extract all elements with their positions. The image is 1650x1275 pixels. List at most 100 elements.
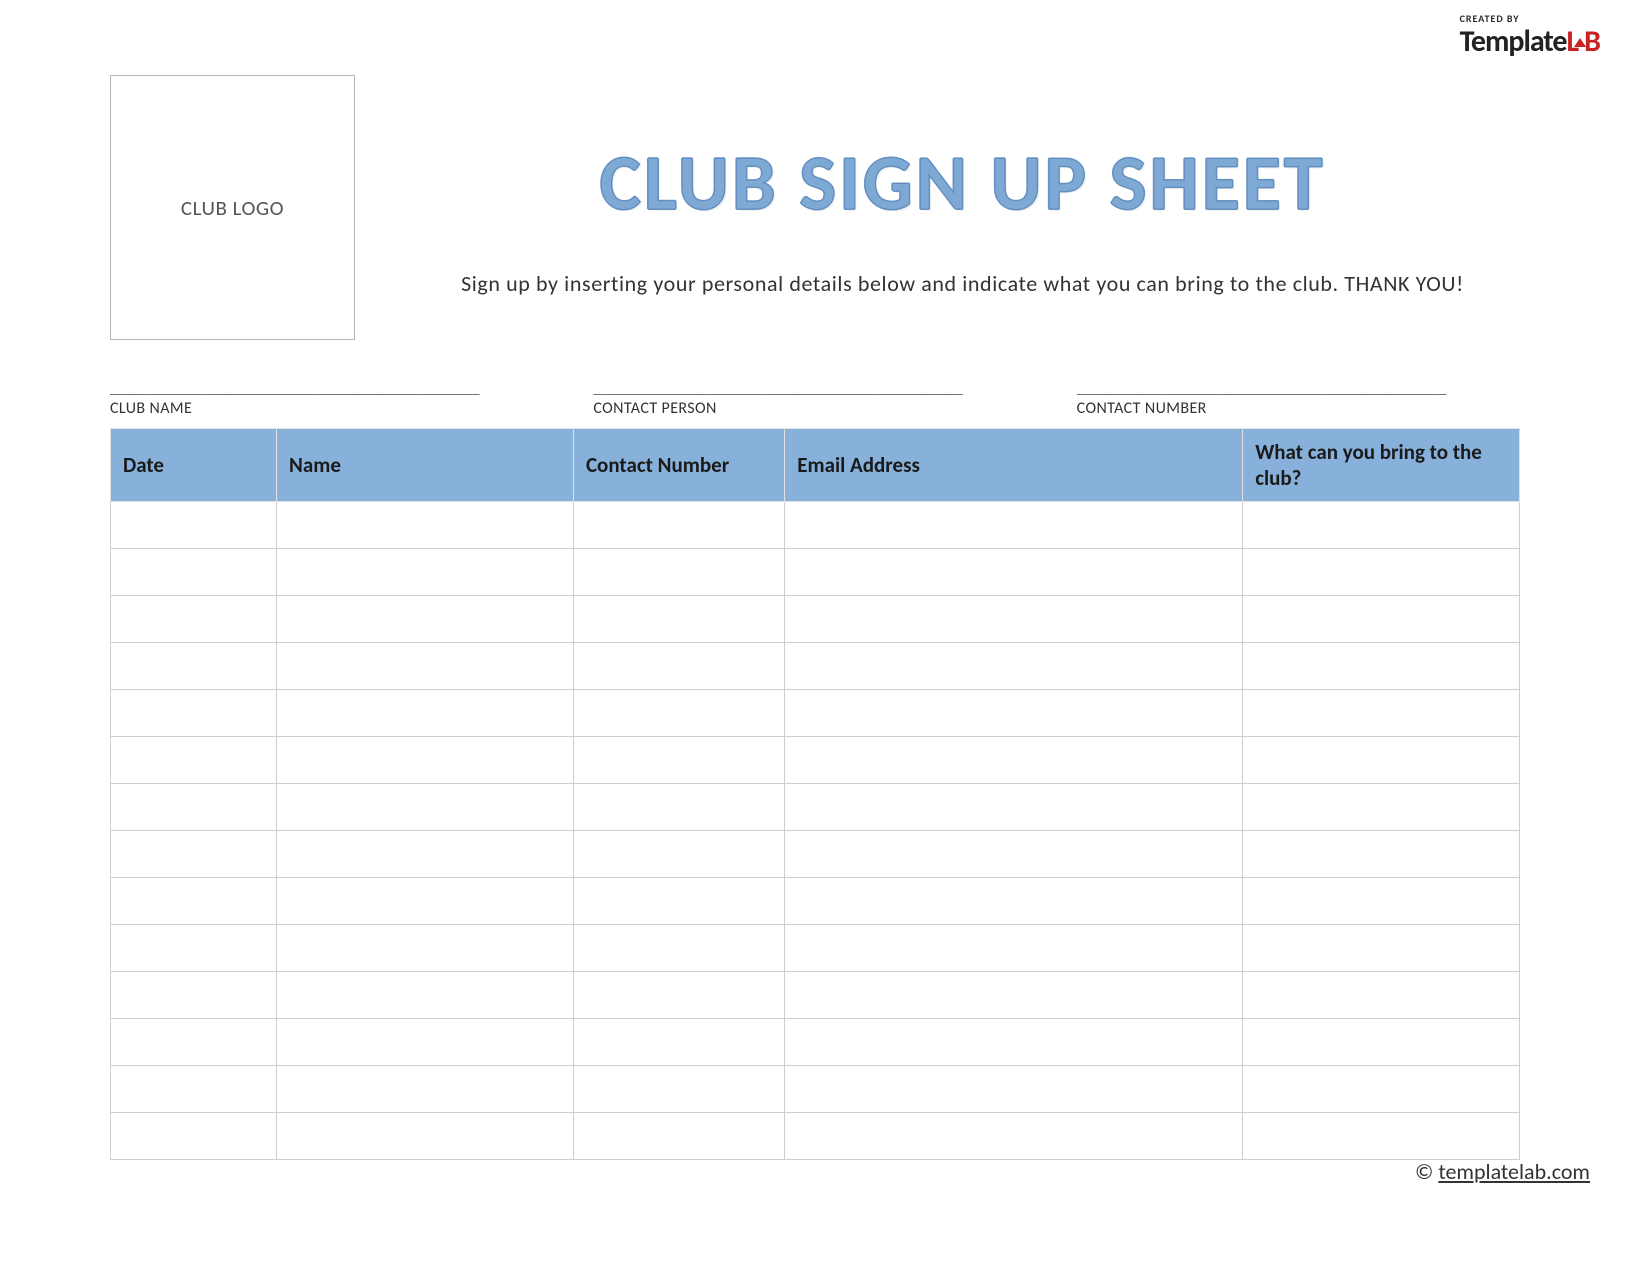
table-cell: [277, 925, 574, 972]
table-cell: [111, 878, 277, 925]
table-cell: [111, 643, 277, 690]
footer-link[interactable]: templatelab.com: [1438, 1158, 1590, 1185]
table-row: [111, 925, 1520, 972]
table-cell: [111, 1019, 277, 1066]
table-cell: [573, 596, 784, 643]
table-cell: [277, 831, 574, 878]
header-bring: What can you bring to the club?: [1243, 429, 1520, 502]
footer: © templatelab.com: [1415, 1158, 1590, 1185]
table-cell: [785, 784, 1243, 831]
header-date: Date: [111, 429, 277, 502]
contact-person-label: CONTACT PERSON: [593, 399, 1036, 418]
table-cell: [111, 784, 277, 831]
table-cell: [573, 831, 784, 878]
club-name-label: CLUB NAME: [110, 399, 553, 418]
table-cell: [785, 1113, 1243, 1160]
table-row: [111, 972, 1520, 1019]
table-cell: [1243, 784, 1520, 831]
table-row: [111, 878, 1520, 925]
table-cell: [785, 596, 1243, 643]
table-row: [111, 1066, 1520, 1113]
table-row: [111, 1019, 1520, 1066]
table-cell: [277, 1066, 574, 1113]
table-cell: [785, 549, 1243, 596]
header-email: Email Address: [785, 429, 1243, 502]
table-cell: [277, 549, 574, 596]
table-row: [111, 1113, 1520, 1160]
title-block: CLUB SIGN UP SHEET Sign up by inserting …: [405, 75, 1520, 297]
contact-person-field: ________________________________________…: [593, 380, 1036, 418]
table-cell: [1243, 502, 1520, 549]
table-row: [111, 549, 1520, 596]
table-cell: [573, 1019, 784, 1066]
table-cell: [573, 549, 784, 596]
page-subtitle: Sign up by inserting your personal detai…: [405, 270, 1520, 297]
table-cell: [277, 784, 574, 831]
table-cell: [1243, 690, 1520, 737]
table-cell: [785, 831, 1243, 878]
table-cell: [573, 972, 784, 1019]
table-cell: [785, 1066, 1243, 1113]
page-title: CLUB SIGN UP SHEET: [405, 135, 1520, 230]
header-name: Name: [277, 429, 574, 502]
table-cell: [785, 925, 1243, 972]
table-cell: [1243, 972, 1520, 1019]
table-cell: [1243, 831, 1520, 878]
club-name-field: ________________________________________…: [110, 380, 553, 418]
contact-number-field: ________________________________________…: [1077, 380, 1520, 418]
table-cell: [573, 643, 784, 690]
header-contact-number: Contact Number: [573, 429, 784, 502]
table-cell: [277, 643, 574, 690]
table-cell: [573, 502, 784, 549]
table-cell: [573, 784, 784, 831]
table-cell: [785, 737, 1243, 784]
brand-name: TemplateLB: [1460, 23, 1600, 60]
table-cell: [1243, 643, 1520, 690]
table-cell: [277, 596, 574, 643]
table-cell: [277, 737, 574, 784]
table-cell: [111, 690, 277, 737]
table-cell: [573, 1113, 784, 1160]
club-logo-placeholder: CLUB LOGO: [110, 75, 355, 340]
table-row: [111, 596, 1520, 643]
table-cell: [111, 549, 277, 596]
table-cell: [1243, 1113, 1520, 1160]
table-cell: [573, 925, 784, 972]
table-cell: [277, 878, 574, 925]
table-cell: [111, 972, 277, 1019]
table-header-row: Date Name Contact Number Email Address W…: [111, 429, 1520, 502]
table-cell: [111, 925, 277, 972]
table-cell: [1243, 596, 1520, 643]
table-cell: [1243, 878, 1520, 925]
table-cell: [277, 1113, 574, 1160]
table-cell: [785, 972, 1243, 1019]
header-row: CLUB LOGO CLUB SIGN UP SHEET Sign up by …: [110, 75, 1520, 340]
table-cell: [1243, 737, 1520, 784]
contact-number-label: CONTACT NUMBER: [1077, 399, 1520, 418]
table-cell: [111, 502, 277, 549]
table-cell: [1243, 925, 1520, 972]
table-cell: [785, 1019, 1243, 1066]
table-cell: [785, 878, 1243, 925]
table-cell: [573, 878, 784, 925]
table-cell: [1243, 1066, 1520, 1113]
brand-logo: CREATED BY TemplateLB: [1460, 12, 1600, 60]
table-cell: [573, 690, 784, 737]
table-cell: [785, 690, 1243, 737]
table-cell: [1243, 1019, 1520, 1066]
table-cell: [111, 737, 277, 784]
table-cell: [111, 1113, 277, 1160]
table-cell: [573, 737, 784, 784]
table-row: [111, 502, 1520, 549]
table-row: [111, 737, 1520, 784]
table-cell: [111, 596, 277, 643]
signup-table: Date Name Contact Number Email Address W…: [110, 428, 1520, 1160]
table-cell: [277, 972, 574, 1019]
table-cell: [573, 1066, 784, 1113]
copyright-symbol: ©: [1415, 1158, 1433, 1185]
table-cell: [785, 643, 1243, 690]
table-row: [111, 831, 1520, 878]
table-cell: [277, 1019, 574, 1066]
table-row: [111, 643, 1520, 690]
info-fields-row: ________________________________________…: [110, 380, 1520, 418]
